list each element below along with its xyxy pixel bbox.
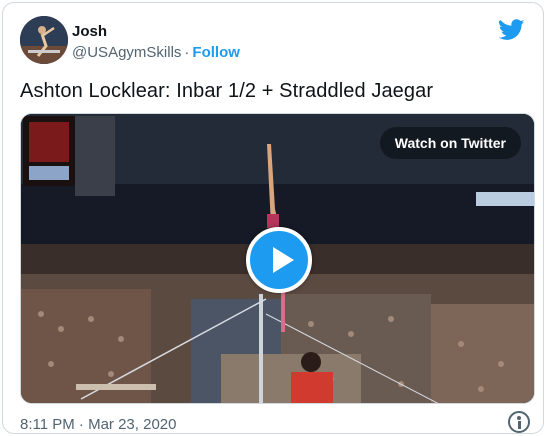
author-avatar[interactable] (20, 16, 68, 64)
embedded-tweet-card: Josh @USAgymSkills · Follow Ashton Locklea… (2, 2, 544, 434)
info-icon[interactable] (508, 411, 530, 433)
watch-on-twitter-button[interactable]: Watch on Twitter (379, 127, 521, 159)
author-handle-line: @USAgymSkills · Follow (72, 44, 240, 61)
play-icon (273, 247, 294, 273)
info-icon-dot (517, 416, 521, 420)
video-player[interactable]: Watch on Twitter (20, 113, 535, 404)
author-name[interactable]: Josh (72, 23, 107, 40)
tweet-timestamp[interactable]: 8:11 PM · Mar 23, 2020 (20, 416, 176, 433)
play-button[interactable] (246, 227, 312, 293)
twitter-bird-icon[interactable] (499, 19, 525, 41)
follow-button[interactable]: Follow (192, 44, 240, 61)
author-handle[interactable]: @USAgymSkills (72, 44, 181, 61)
info-icon-bar (517, 421, 521, 429)
tweet-text: Ashton Locklear: Inbar 1/2 + Straddled J… (20, 80, 434, 102)
separator-dot: · (184, 44, 190, 61)
